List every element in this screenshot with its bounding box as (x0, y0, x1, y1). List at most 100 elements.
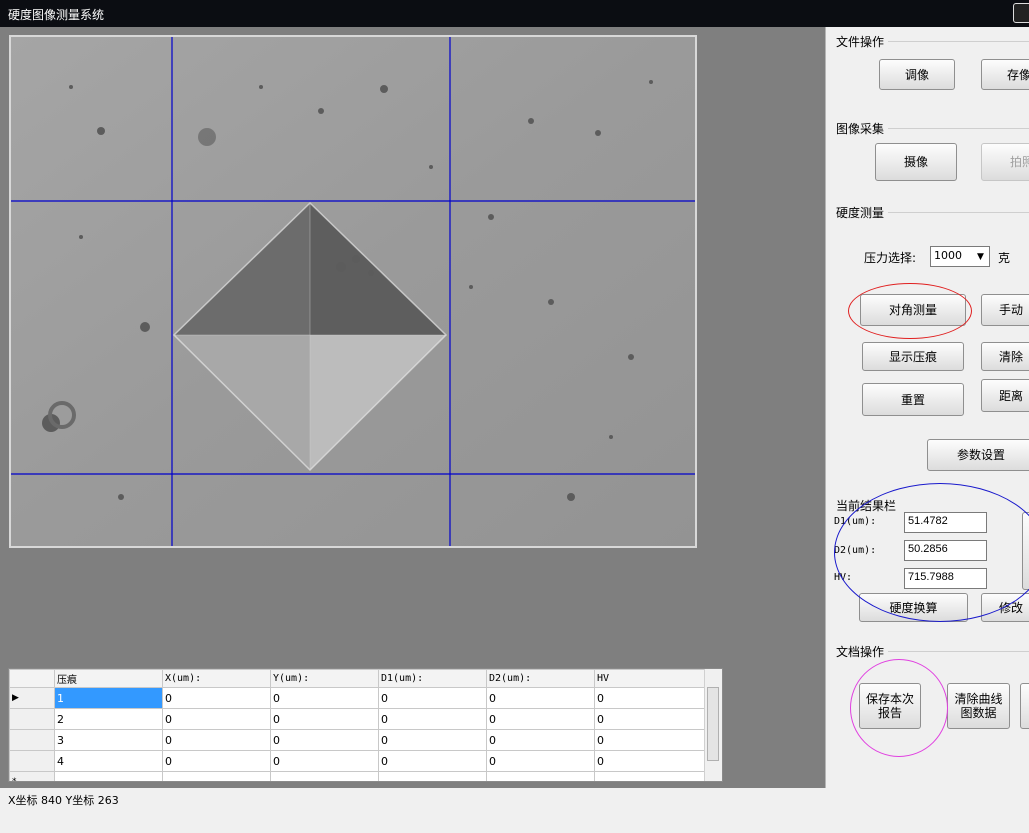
table-cell[interactable]: 0 (486, 750, 595, 772)
table-cell[interactable]: 3 (54, 729, 163, 751)
capture-group: 图像采集 (836, 120, 1029, 137)
new-row-marker: * (9, 771, 55, 781)
coordinate-readout: X坐标 840 Y坐标 263 (8, 794, 119, 807)
table-cell[interactable]: 0 (378, 729, 487, 751)
measurement-grid: 压痕 X(um): Y(um): D1(um): D2(um): HV ▶ 1 … (9, 669, 708, 781)
manual-measure-button[interactable]: 手动 (981, 294, 1029, 326)
column-header-y[interactable]: Y(um): (270, 669, 379, 688)
clear-button[interactable]: 清除 (981, 342, 1029, 371)
table-cell[interactable]: 0 (594, 687, 708, 709)
table-cell[interactable] (162, 771, 271, 781)
parameter-settings-button[interactable]: 参数设置 (927, 439, 1029, 471)
chevron-down-icon[interactable]: ▼ (972, 247, 989, 266)
current-row-marker: ▶ (9, 687, 55, 709)
row-header (9, 729, 55, 751)
table-cell[interactable]: 2 (54, 708, 163, 730)
table-cell[interactable] (54, 771, 163, 781)
d2-label: D2(um): (834, 545, 877, 556)
d2-field[interactable]: 50.2856 (904, 540, 987, 561)
table-new-row[interactable]: * (9, 771, 708, 781)
camera-button[interactable]: 摄像 (875, 143, 957, 181)
pressure-value: 1000 (934, 249, 962, 262)
table-header-row: 压痕 X(um): Y(um): D1(um): D2(um): HV (9, 669, 708, 688)
table-cell[interactable]: 0 (378, 687, 487, 709)
pressure-unit: 克 (998, 251, 1011, 265)
adjust-image-button[interactable]: 调像 (879, 59, 955, 90)
table-cell[interactable]: 0 (594, 750, 708, 772)
status-bar: X坐标 840 Y坐标 263 (0, 788, 1029, 833)
table-cell[interactable]: 4 (54, 750, 163, 772)
table-cell[interactable]: 0 (162, 687, 271, 709)
pressure-label: 压力选择: (864, 251, 917, 265)
table-cell[interactable] (378, 771, 487, 781)
measurement-table[interactable]: 压痕 X(um): Y(um): D1(um): D2(um): HV ▶ 1 … (8, 668, 723, 782)
table-cell[interactable]: 0 (486, 687, 595, 709)
measure-group: 硬度测量 (836, 204, 1029, 221)
reset-button[interactable]: 重置 (862, 383, 964, 416)
table-cell[interactable]: 0 (594, 729, 708, 751)
d1-field[interactable]: 51.4782 (904, 512, 987, 533)
column-header-d2[interactable]: D2(um): (486, 669, 595, 688)
table-cell[interactable] (270, 771, 379, 781)
table-cell[interactable]: 0 (162, 708, 271, 730)
doc-ops-title: 文档操作 (836, 643, 889, 660)
column-header-hv[interactable]: HV (594, 669, 708, 688)
table-cell[interactable]: 0 (162, 729, 271, 751)
table-cell[interactable]: 0 (486, 729, 595, 751)
scrollbar-thumb[interactable] (707, 687, 719, 761)
measure-title: 硬度测量 (836, 204, 889, 221)
save-image-button[interactable]: 存像 (981, 59, 1029, 90)
window-control-button[interactable] (1013, 3, 1029, 23)
hv-label: HV: (834, 572, 853, 583)
clear-curve-line2: 图数据 (960, 706, 997, 720)
hv-field[interactable]: 715.7988 (904, 568, 987, 589)
row-header (9, 750, 55, 772)
file-ops-title: 文件操作 (836, 33, 889, 50)
table-cell[interactable]: 0 (270, 708, 379, 730)
column-header-d1[interactable]: D1(um): (378, 669, 487, 688)
corner-header (9, 669, 55, 688)
file-ops-group: 文件操作 (836, 33, 1029, 50)
column-header-indent[interactable]: 压痕 (54, 669, 163, 688)
results-title: 当前结果栏 (836, 499, 897, 513)
result-side-button[interactable] (1022, 512, 1029, 590)
table-cell[interactable]: 0 (378, 750, 487, 772)
pressure-select[interactable]: 1000 ▼ (930, 246, 990, 267)
save-report-button[interactable]: 保存本次 报告 (859, 683, 921, 729)
table-cell[interactable]: 0 (270, 729, 379, 751)
table-row[interactable]: 3 0 0 0 0 0 (9, 729, 708, 751)
table-cell[interactable]: 0 (486, 708, 595, 730)
show-indent-button[interactable]: 显示压痕 (862, 342, 964, 371)
title-bar: 硬度图像测量系统 (0, 0, 1029, 27)
column-header-x[interactable]: X(um): (162, 669, 271, 688)
doc-extra-button[interactable] (1020, 683, 1029, 729)
capture-title: 图像采集 (836, 120, 889, 137)
table-row[interactable]: ▶ 1 0 0 0 0 0 (9, 687, 708, 709)
hardness-convert-button[interactable]: 硬度换算 (859, 593, 968, 622)
table-cell[interactable]: 0 (162, 750, 271, 772)
table-row[interactable]: 2 0 0 0 0 0 (9, 708, 708, 730)
table-cell[interactable]: 0 (594, 708, 708, 730)
micrograph-view[interactable] (9, 35, 697, 548)
micrograph-image (11, 37, 695, 546)
save-report-line2: 报告 (877, 706, 902, 720)
save-report-line1: 保存本次 (865, 692, 914, 706)
doc-ops-group: 文档操作 (836, 643, 1029, 660)
table-cell[interactable]: 0 (270, 687, 379, 709)
table-cell[interactable] (594, 771, 708, 781)
table-cell[interactable] (486, 771, 595, 781)
diagonal-measure-button[interactable]: 对角测量 (860, 294, 966, 326)
modify-button[interactable]: 修改 (981, 593, 1029, 622)
table-scrollbar[interactable] (704, 669, 722, 781)
table-row[interactable]: 4 0 0 0 0 0 (9, 750, 708, 772)
distance-button[interactable]: 距离 (981, 379, 1029, 412)
clear-curve-line1: 清除曲线 (954, 692, 1003, 706)
clear-curve-data-button[interactable]: 清除曲线 图数据 (947, 683, 1010, 729)
table-cell[interactable]: 0 (378, 708, 487, 730)
row-header (9, 708, 55, 730)
table-cell[interactable]: 0 (270, 750, 379, 772)
d1-label: D1(um): (834, 516, 877, 527)
photo-button[interactable]: 拍照 (981, 143, 1029, 181)
control-panel: 文件操作 调像 存像 图像采集 摄像 拍照 硬度测量 压力选择: 1000 ▼ … (825, 27, 1029, 788)
table-cell[interactable]: 1 (54, 687, 163, 709)
